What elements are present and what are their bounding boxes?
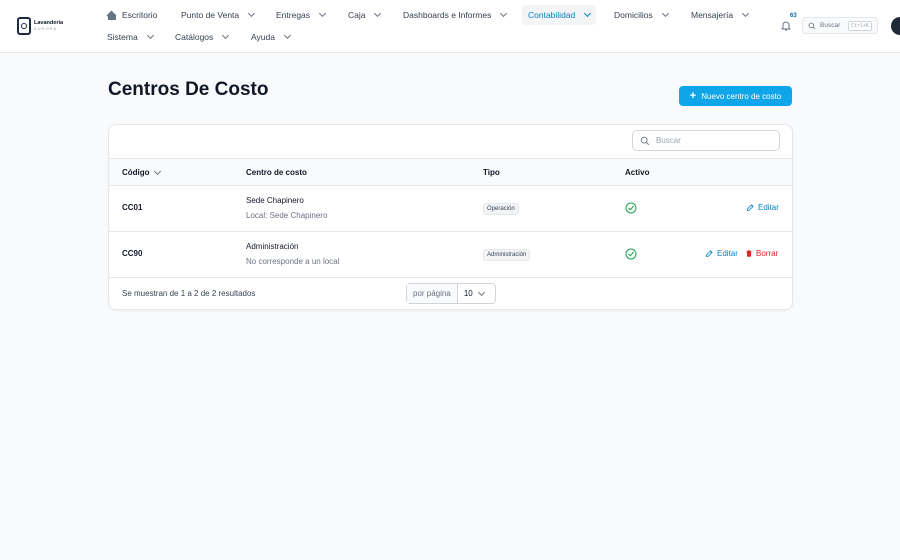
cost-centers-table-card: Código Centro de costo Tipo Activo CC01 … [108,124,793,310]
nav-domicilios-label: Domicilios [614,10,653,20]
chevron-down-icon [374,9,382,18]
column-header-codigo[interactable]: Código [122,167,161,177]
chevron-down-icon [248,9,256,18]
new-cost-center-label: Nuevo centro de costo [701,91,782,101]
chevron-down-icon [742,9,750,18]
home-icon [107,11,117,20]
nav-escritorio[interactable]: Escritorio [101,5,163,25]
nav-punto-de-venta-label: Punto de Venta [181,10,240,20]
active-check-icon [625,248,637,260]
brand-logo[interactable]: Lavandería AURORA [17,16,65,36]
chevron-down-icon [146,31,154,40]
global-search-label: Buscar [820,22,841,29]
per-page-value: 10 [463,289,473,298]
keyboard-shortcut-hint: Ctrl+K [847,20,872,31]
chevron-down-icon [584,9,592,18]
table-search-field[interactable] [632,130,780,151]
table-row: CC01 Sede Chapinero Local: Sede Chapiner… [109,186,792,232]
edit-label: Editar [758,203,779,212]
results-summary: Se muestran de 1 a 2 de 2 resultados [122,289,256,298]
nav-punto-de-venta[interactable]: Punto de Venta [175,5,260,25]
table-row: CC90 Administración No corresponde a un … [109,232,792,278]
nav-contabilidad-label: Contabilidad [528,10,576,20]
row-subtitle: Local: Sede Chapinero [246,211,328,220]
nav-dashboards[interactable]: Dashboards e Informes [397,5,512,25]
notification-count-badge: 63 [790,13,797,19]
nav-catalogos[interactable]: Catálogos [169,27,234,47]
row-type-badge: Operación [483,203,519,215]
column-header-activo-label: Activo [625,168,650,177]
brand-subtitle: AURORA [34,26,58,32]
washer-icon [17,17,31,35]
column-header-codigo-label: Código [122,168,150,177]
nav-escritorio-label: Escritorio [122,10,158,20]
search-icon [640,136,650,145]
nav-caja[interactable]: Caja [342,5,386,25]
nav-sistema[interactable]: Sistema [101,27,159,47]
page-title: Centros De Costo [108,79,269,100]
chevron-down-icon [661,9,669,18]
nav-entregas[interactable]: Entregas [270,5,331,25]
search-icon [808,22,816,29]
row-subtitle: No corresponde a un local [246,257,340,266]
top-navigation-bar: Lavandería AURORA Escritorio Punto de Ve… [0,0,900,53]
chevron-down-icon [222,31,230,40]
nav-ayuda-label: Ayuda [251,32,275,42]
sort-chevron-icon [153,167,161,175]
delete-label: Borrar [756,249,779,258]
per-page-label: por página [407,284,458,303]
per-page-selector[interactable]: por página 10 [406,283,496,304]
column-header-centro: Centro de costo [246,168,307,177]
edit-icon [706,250,713,257]
chevron-down-icon [477,288,485,296]
nav-mensajeria-label: Mensajería [691,10,734,20]
trash-icon [746,250,752,257]
chevron-down-icon [318,9,327,18]
per-page-select[interactable]: 10 [458,284,490,303]
bell-icon[interactable] [780,19,792,32]
column-header-tipo-label: Tipo [483,168,500,177]
edit-icon [747,204,754,211]
row-name: Sede Chapinero [246,196,304,205]
delete-button[interactable]: Borrar [745,249,778,258]
edit-label: Editar [717,249,738,258]
chevron-down-icon [283,31,291,40]
row-type-badge: Administración [483,249,531,261]
table-search-input[interactable] [656,136,766,145]
nav-caja-label: Caja [348,10,366,20]
nav-catalogos-label: Catálogos [175,32,214,42]
nav-contabilidad[interactable]: Contabilidad [522,5,597,25]
new-cost-center-button[interactable]: + Nuevo centro de costo [679,86,792,106]
nav-domicilios[interactable]: Domicilios [608,5,674,25]
nav-entregas-label: Entregas [276,10,311,20]
nav-ayuda[interactable]: Ayuda [245,27,296,47]
edit-button[interactable]: Editar [746,203,779,212]
user-avatar[interactable] [891,17,900,35]
column-header-centro-label: Centro de costo [246,168,307,177]
column-header-activo: Activo [625,168,649,177]
chevron-down-icon [500,9,508,18]
active-check-icon [625,202,637,214]
row-name: Administración [246,242,299,251]
global-search-button[interactable]: Buscar Ctrl+K [802,17,878,34]
nav-mensajeria[interactable]: Mensajería [685,5,754,25]
column-header-tipo: Tipo [483,168,500,177]
row-code: CC90 [122,249,143,258]
table-header: Código Centro de costo Tipo Activo [109,158,792,186]
nav-sistema-label: Sistema [107,32,138,42]
edit-button[interactable]: Editar [705,249,738,258]
plus-icon: + [689,89,697,102]
row-code: CC01 [122,203,143,212]
nav-dashboards-label: Dashboards e Informes [403,10,492,20]
